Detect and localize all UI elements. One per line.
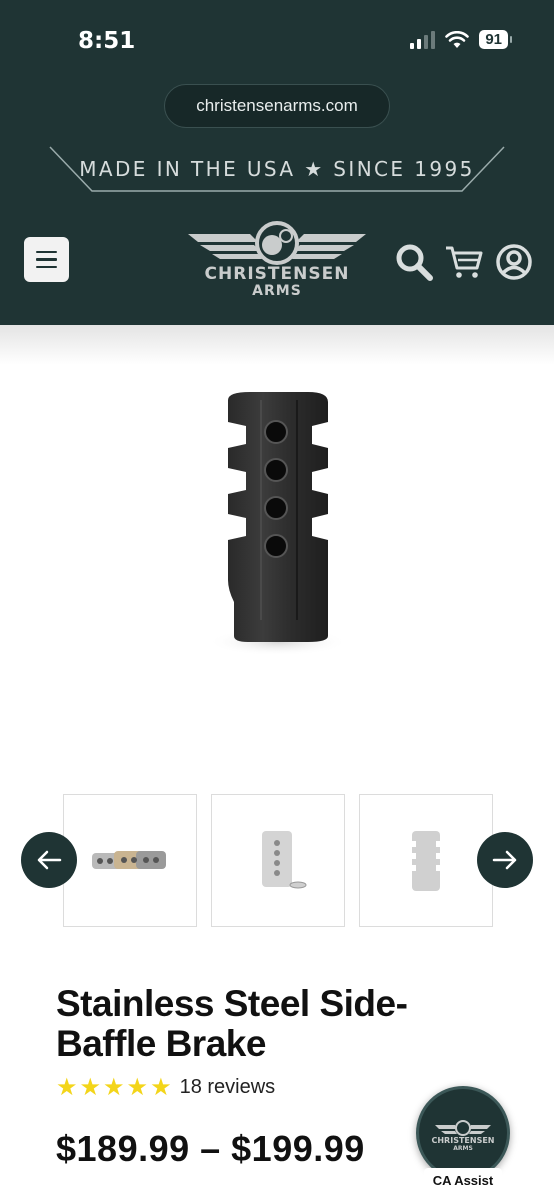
assist-brand-line2: ARMS (453, 1145, 473, 1152)
ca-assist-label[interactable]: CA Assist (424, 1168, 502, 1194)
cellular-signal-icon (410, 30, 436, 49)
thumbnail-image (262, 831, 307, 889)
thumbnail-image (92, 851, 166, 869)
menu-icon (36, 250, 57, 254)
header-shadow (0, 325, 554, 365)
thumbnail-3[interactable] (359, 794, 493, 927)
assist-brand-line1: CHRISTENSEN (431, 1136, 494, 1145)
thumbnail-image (410, 831, 442, 891)
banner-text: MADE IN THE USA ★ SINCE 1995 (79, 157, 475, 181)
rating-stars: ★ ★ ★ ★ ★ (56, 1074, 172, 1100)
star-icon: ★ (126, 1073, 149, 1101)
site-header: 8:51 91 christensenarms.com MADE IN THE … (0, 0, 554, 325)
account-icon[interactable] (494, 242, 534, 282)
brand-logo[interactable]: CHRISTENSEN ARMS (188, 220, 366, 302)
status-icons: 91 (410, 30, 512, 49)
arrow-right-icon (492, 850, 517, 870)
search-icon[interactable] (394, 242, 434, 282)
product-price: $189.99 – $199.99 (56, 1128, 365, 1169)
menu-button[interactable] (24, 237, 69, 282)
cart-icon[interactable] (444, 242, 484, 282)
url-bar[interactable]: christensenarms.com (164, 84, 390, 128)
assist-logo-icon: CHRISTENSEN ARMS (431, 1120, 495, 1152)
product-rating[interactable]: ★ ★ ★ ★ ★ 18 reviews (56, 1074, 275, 1100)
brand-name: CHRISTENSEN (204, 264, 350, 284)
star-icon: ★ (103, 1073, 125, 1101)
star-icon: ★ (150, 1073, 172, 1101)
star-icon: ★ (56, 1073, 78, 1101)
ca-assist-button[interactable]: CHRISTENSEN ARMS (416, 1086, 510, 1180)
status-time: 8:51 (78, 28, 136, 54)
wifi-icon (445, 30, 470, 48)
brand-subname: ARMS (252, 283, 302, 299)
gallery-next-button[interactable] (477, 832, 533, 888)
thumbnail-2[interactable] (211, 794, 345, 927)
gallery-prev-button[interactable] (21, 832, 77, 888)
logo-wings-icon (188, 221, 366, 265)
thumbnail-1[interactable] (63, 794, 197, 927)
made-in-usa-banner: MADE IN THE USA ★ SINCE 1995 (48, 145, 506, 195)
star-icon: ★ (79, 1073, 102, 1101)
product-title: Stainless Steel Side-Baffle Brake (56, 983, 408, 1064)
arrow-left-icon (37, 850, 62, 870)
review-count[interactable]: 18 reviews (180, 1076, 276, 1099)
battery-icon: 91 (479, 30, 512, 49)
product-main-image[interactable] (190, 380, 370, 670)
